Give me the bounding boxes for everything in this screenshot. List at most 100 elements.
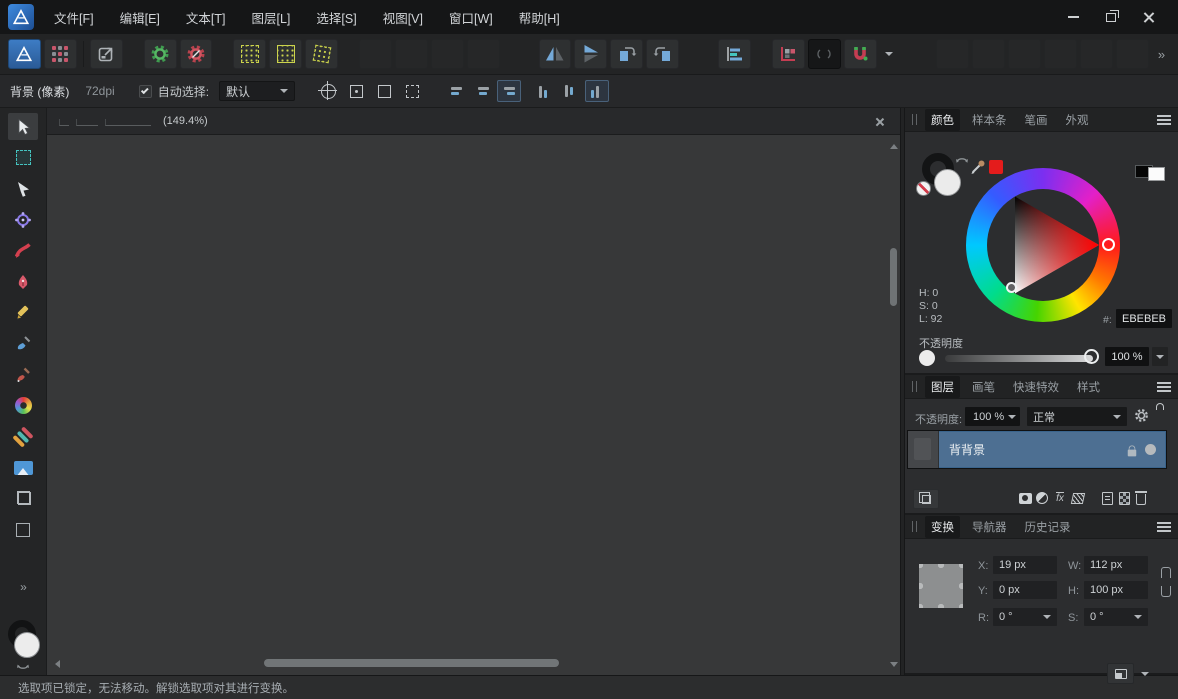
r-field[interactable]: 0 ° [993,608,1057,626]
toolbar-overflow-chevrons[interactable]: » [1152,47,1170,62]
place-image-tool[interactable] [8,454,38,481]
fill-stroke-color-well[interactable] [5,620,41,660]
hex-input[interactable]: EBEBEB [1116,309,1172,328]
contour-tool[interactable] [8,237,38,264]
panel-grip[interactable] [912,114,917,125]
w-field[interactable]: 112 px [1084,556,1148,574]
fill-color-circle[interactable] [14,632,40,658]
tone-mapping-persona-button[interactable] [180,39,213,69]
menu-edit[interactable]: 编辑[E] [114,4,166,31]
cycle-selection-box-button[interactable] [343,79,369,103]
panel-grip[interactable] [912,521,917,532]
preset-dropdown[interactable]: 默认 [219,81,295,101]
menu-window[interactable]: 窗口[W] [443,4,499,31]
scroll-left-arrow[interactable] [55,660,60,668]
scroll-up-arrow[interactable] [890,144,898,149]
menu-select[interactable]: 选择[S] [310,4,362,31]
opacity-slider-handle[interactable] [1084,349,1099,364]
color-replacement-brush-tool[interactable] [8,361,38,388]
layer-opacity-field[interactable]: 100 % [965,407,1020,426]
shear-mode-button[interactable] [1107,663,1134,684]
live-filter-button[interactable] [1068,489,1088,507]
panel-menu-icon[interactable] [1157,522,1171,524]
panel-menu-icon[interactable] [1157,382,1171,384]
opacity-value-field[interactable]: 100 % [1105,347,1149,366]
saturation-lightness-triangle[interactable] [966,168,1120,322]
tab-appearance[interactable]: 外观 [1060,109,1095,131]
selection-dots-button[interactable] [233,39,266,69]
y-field[interactable]: 0 px [993,581,1057,599]
anchor-point-selector[interactable] [919,564,963,608]
move-by-whole-pixels-button[interactable] [772,39,805,69]
paint-brush-tool[interactable] [8,330,38,357]
layer-visibility-toggle[interactable] [1145,444,1156,455]
node-tool[interactable] [8,175,38,202]
adjustment-layer-button[interactable] [1032,489,1052,507]
auto-select-checkbox[interactable] [139,85,152,98]
x-field[interactable]: 19 px [993,556,1057,574]
horizontal-scrollbar[interactable] [51,657,882,669]
crayon-tools[interactable] [8,423,38,450]
blend-mode-dropdown[interactable]: 正常 [1027,407,1127,426]
rotate-ccw-button[interactable] [610,39,643,69]
snapping-dropdown[interactable] [880,39,898,69]
tools-overflow[interactable]: » [8,573,38,600]
fill-tool[interactable] [8,392,38,419]
maximize-button[interactable] [1096,5,1126,29]
pen-tool[interactable] [8,268,38,295]
develop-persona-button[interactable] [144,39,177,69]
show-bounding-box-button[interactable] [399,79,425,103]
selection-fill-button[interactable] [269,39,302,69]
close-document-button[interactable] [870,112,888,130]
duplicate-layer-button[interactable] [913,489,939,509]
pencil-tool[interactable] [8,299,38,326]
align-center-button[interactable] [471,80,495,102]
tab-brushes[interactable]: 画笔 [966,376,1001,398]
layer-effects-button[interactable]: fx [1050,489,1070,507]
flip-vertical-button[interactable] [574,39,607,69]
rectangle-tool[interactable] [8,516,38,543]
layer-name[interactable]: 背背景 [949,441,985,458]
selection-rotate-button[interactable] [305,39,338,69]
h-field[interactable]: 100 px [1084,581,1148,599]
flip-horizontal-button[interactable] [539,39,572,69]
align-middle-button[interactable] [559,80,583,102]
opacity-dropdown[interactable] [1152,347,1168,366]
horizontal-scroll-thumb[interactable] [264,659,559,667]
menu-layer[interactable]: 图层[L] [245,4,296,31]
liquify-persona-button[interactable] [44,39,77,69]
corner-tool[interactable] [8,206,38,233]
swap-colors-icon[interactable] [955,152,969,164]
align-left-button[interactable] [445,80,469,102]
opacity-slider-track[interactable] [945,355,1093,362]
layer-row-selected[interactable]: 背背景 [908,431,1166,468]
hide-selection-button[interactable] [371,79,397,103]
no-color-icon[interactable] [916,181,931,196]
photo-persona-button[interactable] [8,39,41,69]
menu-view[interactable]: 视图[V] [377,4,429,31]
tab-history[interactable]: 历史记录 [1019,516,1077,538]
align-bottom-button[interactable] [585,80,609,102]
saturation-marker[interactable] [1006,282,1017,293]
menu-file[interactable]: 文件[F] [48,4,100,31]
transform-objects-separately-toggle[interactable] [808,39,841,69]
tab-layers[interactable]: 图层 [925,376,960,398]
snapping-button[interactable] [844,39,877,69]
show-transform-origin-button[interactable] [315,79,341,103]
export-persona-button[interactable] [90,39,123,69]
white-swatch[interactable] [1148,167,1165,181]
crop-tool[interactable] [8,485,38,512]
move-tool[interactable] [8,113,38,140]
panel-menu-icon[interactable] [1157,115,1171,117]
swap-colors-icon[interactable] [16,664,30,674]
vertical-scrollbar[interactable] [888,140,899,651]
tab-styles[interactable]: 样式 [1071,376,1106,398]
tab-swatches[interactable]: 样本条 [966,109,1013,131]
panel-grip[interactable] [912,381,917,392]
align-top-button[interactable] [533,80,557,102]
vertical-scroll-thumb[interactable] [890,248,897,306]
menu-text[interactable]: 文本[T] [180,4,232,31]
delete-layer-button[interactable] [1131,489,1151,507]
canvas[interactable] [47,135,900,675]
insert-behind-button[interactable] [718,39,751,69]
